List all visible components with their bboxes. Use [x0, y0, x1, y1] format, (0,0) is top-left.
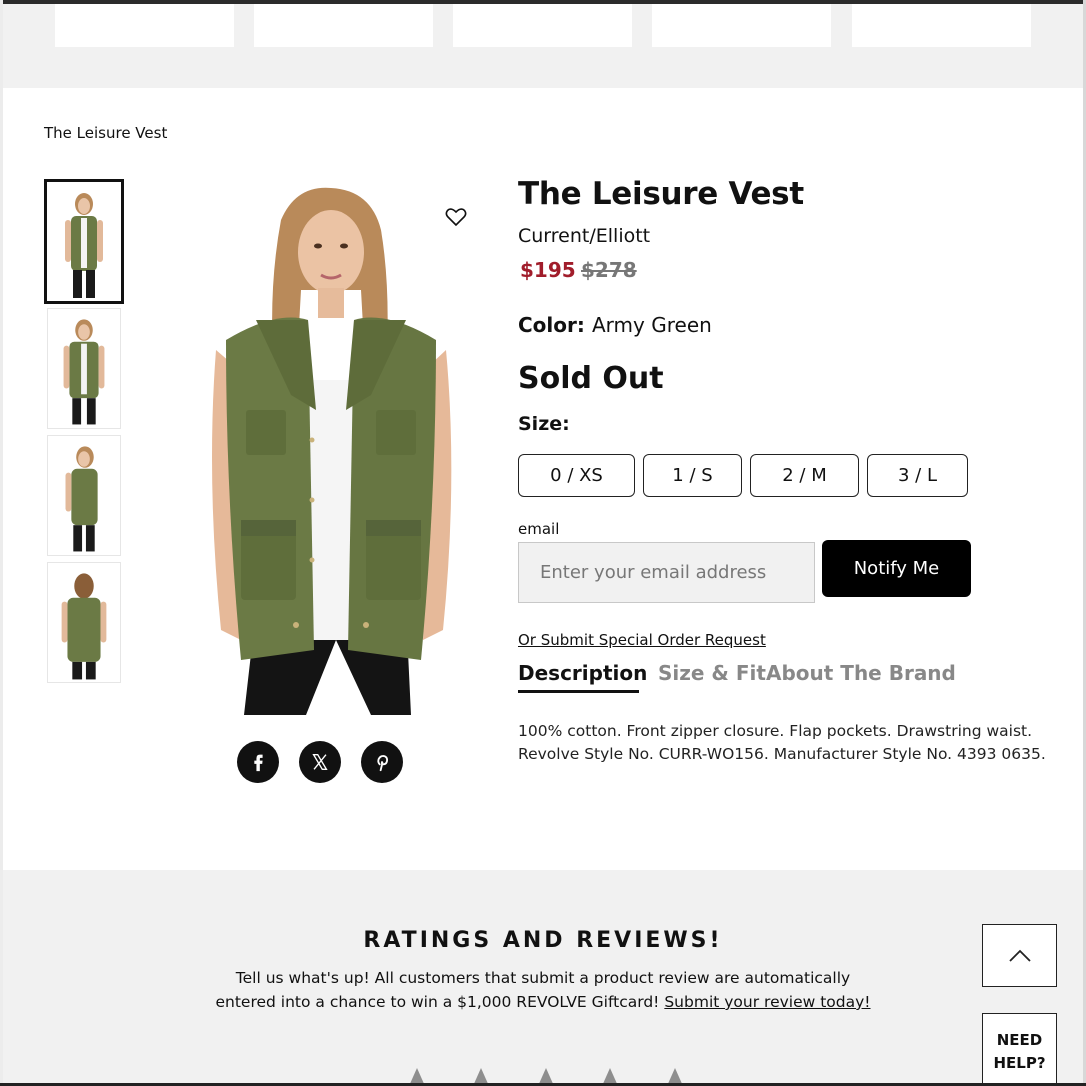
size-option-m[interactable]: 2 / M [750, 454, 859, 497]
email-input[interactable] [518, 542, 815, 603]
original-price: $278 [581, 258, 637, 282]
size-label: Size: [518, 413, 570, 435]
reviews-title: RATINGS AND REVIEWS! [363, 928, 723, 953]
color-value: Army Green [592, 313, 712, 337]
size-option-xs[interactable]: 0 / XS [518, 454, 635, 497]
tab-description[interactable]: Description [518, 661, 647, 685]
sale-price: $195 [520, 258, 576, 282]
chevron-up-icon [1008, 949, 1031, 962]
size-option-s[interactable]: 1 / S [643, 454, 742, 497]
need-help-button[interactable]: NEED HELP? [982, 1013, 1057, 1086]
pinterest-glyph [377, 755, 389, 772]
recommendation-card[interactable] [254, 4, 433, 47]
facebook-icon[interactable] [237, 741, 279, 783]
back-to-top-button[interactable] [982, 924, 1057, 987]
active-tab-underline [518, 690, 639, 693]
x-icon[interactable] [299, 741, 341, 783]
thumbnail-side[interactable] [47, 435, 121, 556]
thumbnail-image [61, 573, 107, 680]
thumbnail-back[interactable] [47, 562, 121, 683]
recommendation-card[interactable] [652, 4, 831, 47]
product-main-image[interactable] [196, 180, 466, 715]
reviews-text: Tell us what's up! All customers that su… [212, 966, 874, 1014]
thumbnail-front-2[interactable] [47, 308, 121, 429]
thumbnail-image [65, 446, 98, 552]
recommendation-card[interactable] [852, 4, 1031, 47]
breadcrumb[interactable]: The Leisure Vest [44, 124, 167, 142]
facebook-glyph [254, 754, 263, 772]
size-option-l[interactable]: 3 / L [867, 454, 968, 497]
pinterest-icon[interactable] [361, 741, 403, 783]
submit-review-link[interactable]: Submit your review today! [664, 993, 870, 1011]
thumbnail-image [65, 193, 103, 298]
recommendation-card[interactable] [55, 4, 234, 47]
notify-me-button[interactable]: Notify Me [822, 540, 971, 597]
special-order-link[interactable]: Or Submit Special Order Request [518, 631, 766, 649]
recommendation-card[interactable] [453, 4, 632, 47]
product-title: The Leisure Vest [518, 176, 804, 212]
availability-status: Sold Out [518, 361, 664, 396]
email-label: email [518, 520, 560, 538]
x-glyph [312, 753, 328, 771]
wishlist-heart-icon[interactable] [444, 205, 468, 229]
product-description: 100% cotton. Front zipper closure. Flap … [518, 722, 1046, 763]
tab-about-brand[interactable]: About The Brand [766, 661, 956, 685]
thumbnail-image [63, 319, 105, 425]
tab-size-fit[interactable]: Size & Fit [658, 661, 766, 685]
thumbnail-front[interactable] [44, 179, 124, 304]
color-label: Color: [518, 313, 585, 337]
product-brand[interactable]: Current/Elliott [518, 225, 650, 247]
